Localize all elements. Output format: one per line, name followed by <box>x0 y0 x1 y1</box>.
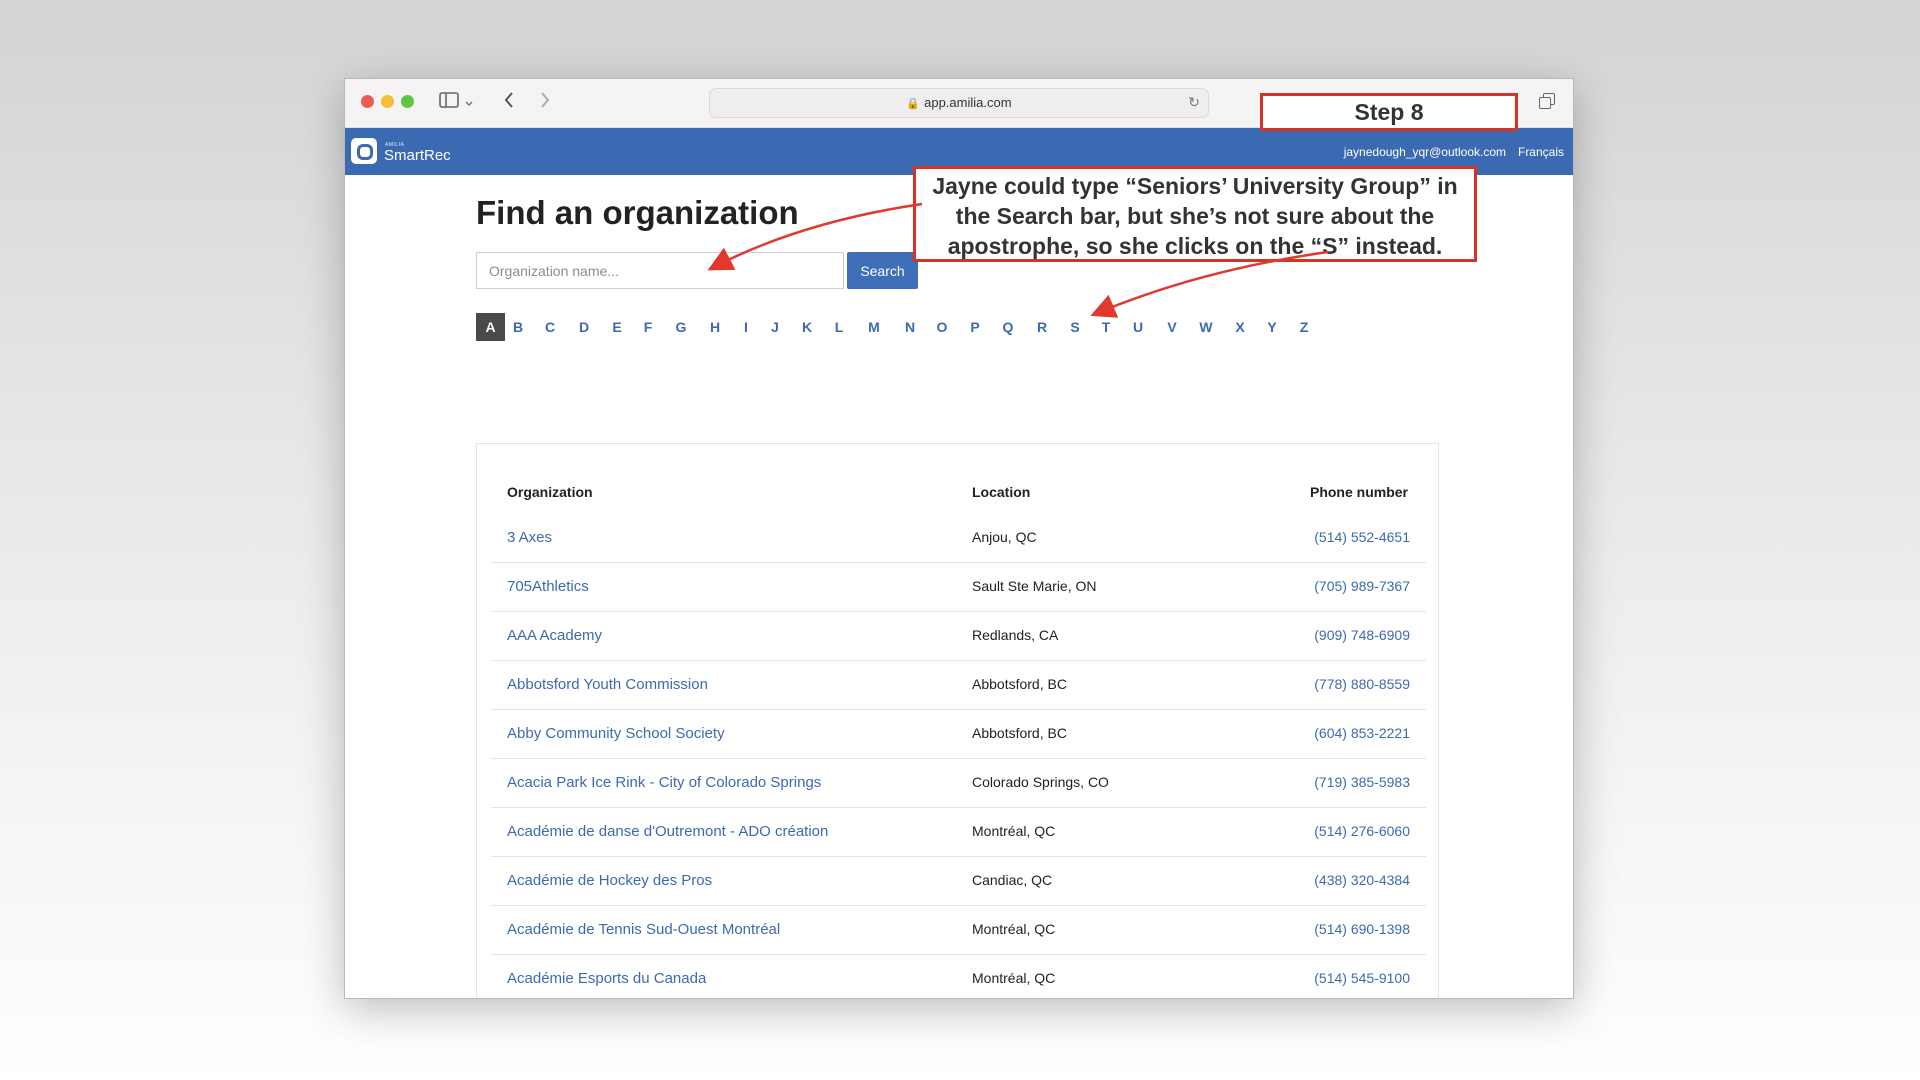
phone-link[interactable]: (438) 320-4384 <box>1314 872 1410 888</box>
letter-filter-w[interactable]: W <box>1196 313 1216 341</box>
header-location: Location <box>972 484 1031 500</box>
organization-link[interactable]: Académie de Hockey des Pros <box>507 872 712 889</box>
letter-filter-i[interactable]: I <box>736 313 756 341</box>
search-button[interactable]: Search <box>847 252 918 289</box>
table-row: Abby Community School Society Abbotsford,… <box>491 710 1426 759</box>
organization-link[interactable]: Académie de danse d'Outremont - ADO créa… <box>507 823 828 840</box>
letter-filter-x[interactable]: X <box>1230 313 1250 341</box>
sidebar-icon[interactable] <box>439 92 459 112</box>
header-phone: Phone number <box>1309 484 1408 500</box>
table-row: Acacia Park Ice Rink - City of Colorado … <box>491 759 1426 808</box>
callout-line: apostrophe, so she clicks on the “S” ins… <box>947 233 1443 259</box>
letter-filter-h[interactable]: H <box>705 313 725 341</box>
letter-filter-q[interactable]: Q <box>998 313 1018 341</box>
phone-link[interactable]: (909) 748-6909 <box>1314 627 1410 643</box>
annotation-callout: Jayne could type “Seniors’ University Gr… <box>913 166 1477 262</box>
logo-text[interactable]: SmartRec <box>384 147 451 164</box>
location-cell: Anjou, QC <box>972 529 1037 545</box>
letter-filter-p[interactable]: P <box>965 313 985 341</box>
letter-filter-k[interactable]: K <box>797 313 817 341</box>
forward-icon[interactable] <box>539 91 551 113</box>
page-title: Find an organization <box>476 194 799 231</box>
alphabet-filter: ABCDEFGHIJKLMNOPQRSTUVWXYZ <box>476 313 1376 341</box>
organization-link[interactable]: Abbotsford Youth Commission <box>507 676 708 693</box>
organization-link[interactable]: Acacia Park Ice Rink - City of Colorado … <box>507 774 821 791</box>
table-row: Académie Esports du Canada Montréal, QC (5… <box>491 955 1426 998</box>
callout-line: the Search bar, but she’s not sure about… <box>955 203 1435 229</box>
organization-link[interactable]: AAA Academy <box>507 627 602 644</box>
table-row: Académie de Hockey des Pros Candiac, QC (4… <box>491 857 1426 906</box>
language-toggle[interactable]: Français <box>1518 145 1564 159</box>
location-cell: Sault Ste Marie, ON <box>972 578 1097 594</box>
logo-icon[interactable] <box>351 138 377 164</box>
letter-filter-t[interactable]: T <box>1096 313 1116 341</box>
table-row: 705Athletics Sault Ste Marie, ON (705) 989… <box>491 563 1426 612</box>
table-row: Abbotsford Youth Commission Abbotsford, B… <box>491 661 1426 710</box>
reload-icon[interactable]: ↻ <box>1188 89 1200 117</box>
phone-link[interactable]: (514) 545-9100 <box>1314 970 1410 986</box>
callout-line: Jayne could type “Seniors’ University Gr… <box>932 173 1458 199</box>
back-icon[interactable] <box>503 91 515 113</box>
minimize-window-button[interactable] <box>381 95 394 108</box>
letter-filter-s[interactable]: S <box>1065 313 1085 341</box>
letter-filter-e[interactable]: E <box>607 313 627 341</box>
letter-filter-m[interactable]: M <box>864 313 884 341</box>
phone-link[interactable]: (705) 989-7367 <box>1314 578 1410 594</box>
organization-link[interactable]: Académie de Tennis Sud-Ouest Montréal <box>507 921 780 938</box>
letter-filter-v[interactable]: V <box>1162 313 1182 341</box>
zoom-window-button[interactable] <box>401 95 414 108</box>
location-cell: Abbotsford, BC <box>972 676 1067 692</box>
phone-link[interactable]: (604) 853-2221 <box>1314 725 1410 741</box>
close-window-button[interactable] <box>361 95 374 108</box>
location-cell: Montréal, QC <box>972 921 1056 937</box>
letter-filter-l[interactable]: L <box>829 313 849 341</box>
location-cell: Colorado Springs, CO <box>972 774 1109 790</box>
location-cell: Candiac, QC <box>972 872 1053 888</box>
organization-link[interactable]: Académie Esports du Canada <box>507 970 706 987</box>
user-email-link[interactable]: jaynedough_yqr@outlook.com <box>1344 145 1506 159</box>
letter-filter-o[interactable]: O <box>932 313 952 341</box>
organization-link[interactable]: 3 Axes <box>507 529 552 546</box>
letter-filter-u[interactable]: U <box>1128 313 1148 341</box>
letter-filter-b[interactable]: B <box>508 313 528 341</box>
letter-filter-j[interactable]: J <box>765 313 785 341</box>
table-row: Académie de danse d'Outremont - ADO créa… <box>491 808 1426 857</box>
organization-link[interactable]: Abby Community School Society <box>507 725 725 742</box>
location-cell: Montréal, QC <box>972 823 1056 839</box>
main-content: Find an organization Search ABCDEFGHIJKL… <box>345 175 1573 998</box>
phone-link[interactable]: (514) 276-6060 <box>1314 823 1410 839</box>
organization-search-input[interactable] <box>476 252 844 289</box>
location-cell: Montréal, QC <box>972 970 1056 986</box>
letter-filter-d[interactable]: D <box>574 313 594 341</box>
tabs-icon[interactable] <box>1539 93 1555 109</box>
table-row: 3 Axes Anjou, QC (514) 552-4651 <box>491 514 1426 563</box>
letter-filter-r[interactable]: R <box>1032 313 1052 341</box>
header-organization: Organization <box>507 484 593 500</box>
chevron-down-icon[interactable] <box>464 94 474 113</box>
location-cell: Redlands, CA <box>972 627 1059 643</box>
step-label: Step 8 <box>1260 93 1518 131</box>
organization-table: Organization Location Phone number 3 Axe… <box>476 443 1439 998</box>
location-cell: Abbotsford, BC <box>972 725 1067 741</box>
letter-filter-f[interactable]: F <box>638 313 658 341</box>
lock-icon: 🔒 <box>906 97 921 110</box>
phone-link[interactable]: (719) 385-5983 <box>1314 774 1410 790</box>
letter-filter-g[interactable]: G <box>671 313 691 341</box>
url-text: app.amilia.com <box>924 95 1012 110</box>
letter-filter-a[interactable]: A <box>476 313 505 341</box>
table-row: Académie de Tennis Sud-Ouest Montréal Mon… <box>491 906 1426 955</box>
organization-link[interactable]: 705Athletics <box>507 578 589 595</box>
phone-link[interactable]: (514) 690-1398 <box>1314 921 1410 937</box>
phone-link[interactable]: (778) 880-8559 <box>1314 676 1410 692</box>
phone-link[interactable]: (514) 552-4651 <box>1314 529 1410 545</box>
address-bar[interactable]: 🔒 app.amilia.com ↻ <box>709 88 1209 118</box>
table-row: AAA Academy Redlands, CA (909) 748-6909 <box>491 612 1426 661</box>
letter-filter-z[interactable]: Z <box>1294 313 1314 341</box>
letter-filter-y[interactable]: Y <box>1262 313 1282 341</box>
letter-filter-n[interactable]: N <box>900 313 920 341</box>
letter-filter-c[interactable]: C <box>540 313 560 341</box>
